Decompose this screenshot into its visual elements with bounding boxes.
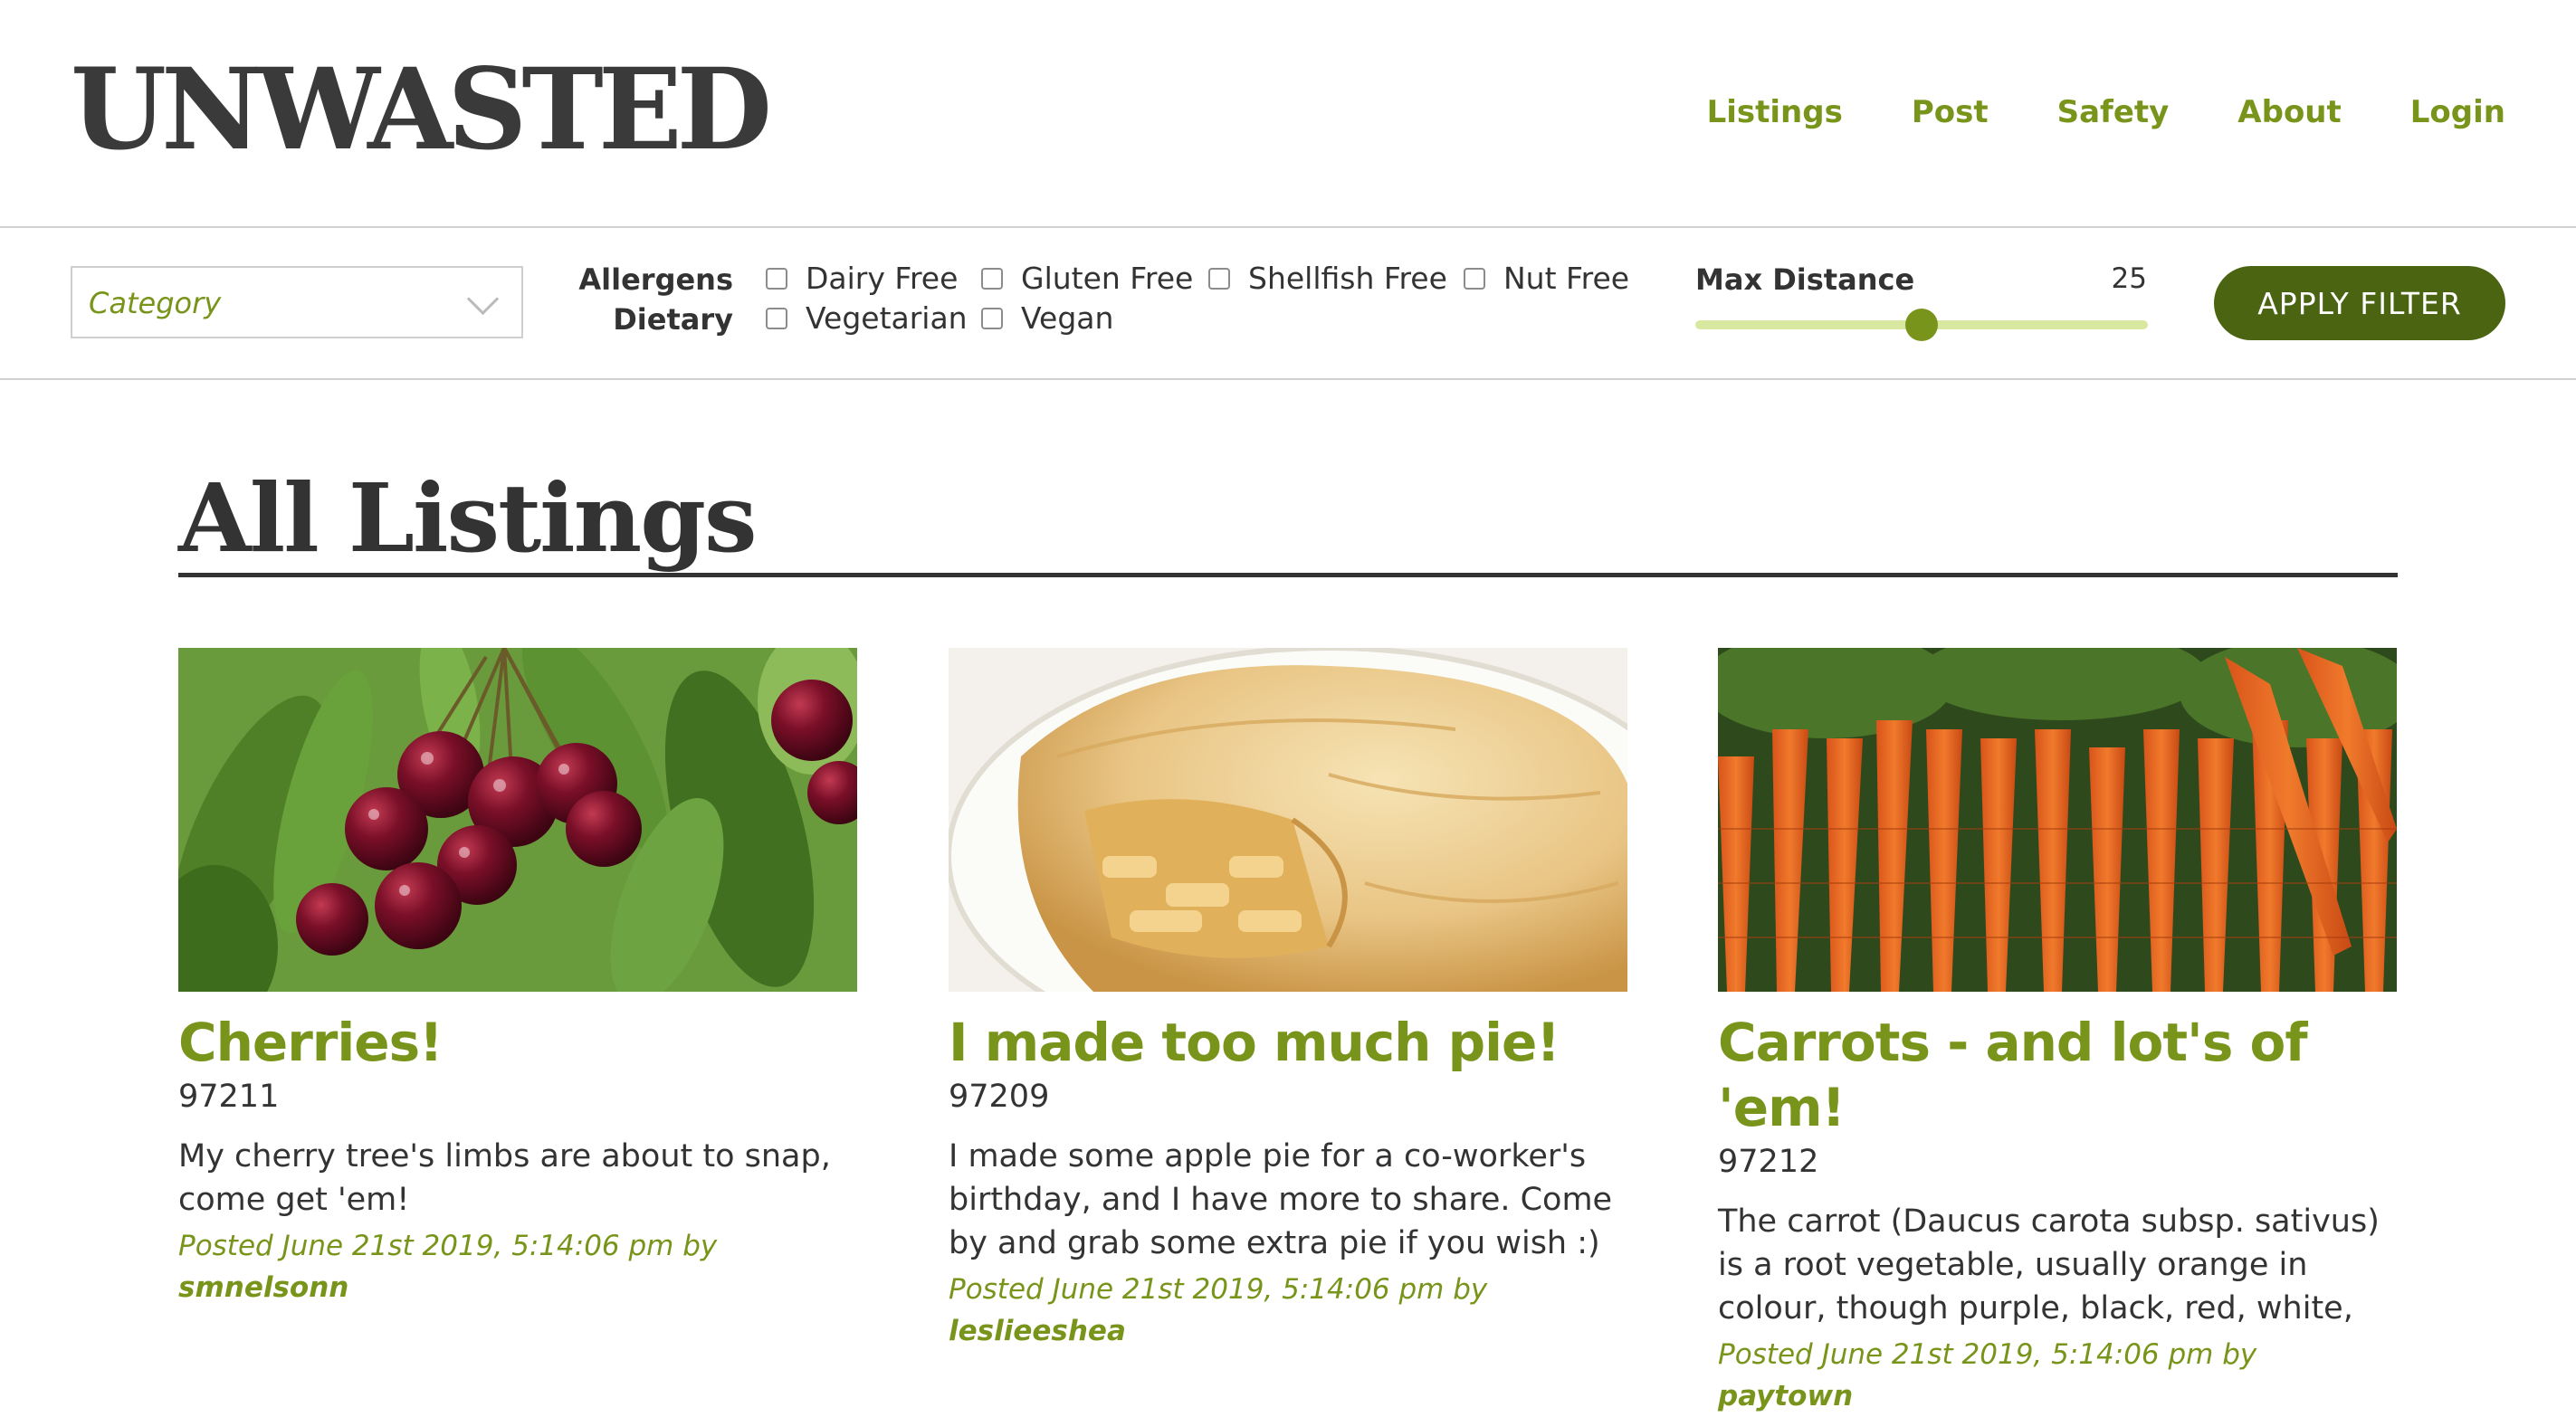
checkbox-box[interactable] (1464, 267, 1485, 290)
poster-username[interactable]: paytown (1718, 1380, 1853, 1412)
filter-bar: Category Allergens Dietary Dairy Free Gl… (0, 228, 2576, 380)
apply-filter-button[interactable]: APPLY FILTER (2214, 266, 2505, 340)
checkbox-gluten-free[interactable]: Gluten Free (981, 261, 1193, 296)
checkbox-label: Vegetarian (806, 300, 968, 336)
max-distance-value: 25 (2111, 262, 2147, 295)
listing-description: My cherry tree's limbs are about to snap… (178, 1138, 831, 1218)
nav-safety[interactable]: Safety (2057, 87, 2170, 138)
listing-title[interactable]: Cherries! (178, 1010, 857, 1075)
checkbox-label: Gluten Free (1021, 261, 1194, 296)
listing-description: I made some apple pie for a co-worker's … (949, 1138, 1613, 1261)
category-select[interactable]: Category (71, 266, 523, 338)
checkbox-box[interactable] (766, 267, 787, 290)
distance-slider[interactable] (1695, 309, 2148, 341)
checkbox-vegetarian[interactable]: Vegetarian (766, 300, 968, 336)
nav-listings[interactable]: Listings (1707, 87, 1843, 138)
nav-about[interactable]: About (2237, 87, 2341, 138)
listing-description: The carrot (Daucus carota subsp. sativus… (1718, 1203, 2380, 1327)
listing-zip: 97211 (178, 1079, 280, 1115)
listing-card[interactable]: Cherries! 97211 My cherry tree's limbs a… (178, 648, 857, 1308)
dietary-label: Dietary (613, 302, 733, 337)
listing-title[interactable]: I made too much pie! (949, 1010, 1627, 1075)
checkbox-box[interactable] (1208, 267, 1230, 290)
category-placeholder: Category (89, 286, 222, 320)
listing-card[interactable]: Carrots - and lot's of 'em! 97212 The ca… (1718, 648, 2397, 1417)
listing-image-pie[interactable] (949, 648, 1627, 992)
max-distance-label: Max Distance (1695, 262, 1915, 297)
poster-username[interactable]: leslieeshea (949, 1315, 1126, 1347)
site-header: UNWASTED Listings Post Safety About Logi… (0, 0, 2576, 228)
checkbox-label: Dairy Free (806, 261, 959, 296)
chevron-down-icon (466, 282, 500, 316)
listing-image-carrots[interactable] (1718, 648, 2397, 992)
main-nav: Listings Post Safety About Login (1707, 87, 2505, 138)
listing-title[interactable]: Carrots - and lot's of 'em! (1718, 1010, 2397, 1140)
checkbox-label: Shellfish Free (1248, 261, 1447, 296)
slider-thumb[interactable] (1905, 309, 1938, 341)
site-logo[interactable]: UNWASTED (71, 47, 772, 174)
nav-login[interactable]: Login (2410, 87, 2505, 138)
poster-username[interactable]: smnelsonn (178, 1271, 348, 1304)
nav-post[interactable]: Post (1912, 87, 1989, 138)
listing-meta: Posted June 21st 2019, 5:14:06 pm by les… (949, 1269, 1627, 1352)
listing-meta: Posted June 21st 2019, 5:14:06 pm by pay… (1718, 1334, 2397, 1417)
page-title: All Listings (178, 462, 758, 574)
allergens-label: Allergens (578, 262, 733, 297)
listing-card[interactable]: I made too much pie! 97209 I made some a… (949, 648, 1627, 1352)
listing-meta: Posted June 21st 2019, 5:14:06 pm by smn… (178, 1225, 857, 1308)
checkbox-label: Nut Free (1503, 261, 1630, 296)
pie-photo (949, 648, 1627, 992)
listing-image-cherries[interactable] (178, 648, 857, 992)
checkbox-box[interactable] (981, 267, 1003, 290)
checkbox-dairy-free[interactable]: Dairy Free (766, 261, 958, 296)
listing-zip: 97212 (1718, 1144, 1819, 1180)
checkbox-vegan[interactable]: Vegan (981, 300, 1113, 336)
checkbox-label: Vegan (1021, 300, 1114, 336)
checkbox-shellfish-free[interactable]: Shellfish Free (1208, 261, 1447, 296)
carrots-photo (1718, 648, 2397, 992)
posted-date: Posted June 21st 2019, 5:14:06 pm by (1718, 1338, 2257, 1371)
posted-date: Posted June 21st 2019, 5:14:06 pm by (949, 1273, 1488, 1306)
title-divider (178, 573, 2398, 577)
checkbox-box[interactable] (766, 307, 787, 329)
listing-zip: 97209 (949, 1079, 1050, 1115)
cherries-photo (178, 648, 857, 992)
posted-date: Posted June 21st 2019, 5:14:06 pm by (178, 1230, 718, 1262)
checkbox-box[interactable] (981, 307, 1003, 329)
checkbox-nut-free[interactable]: Nut Free (1464, 261, 1629, 296)
